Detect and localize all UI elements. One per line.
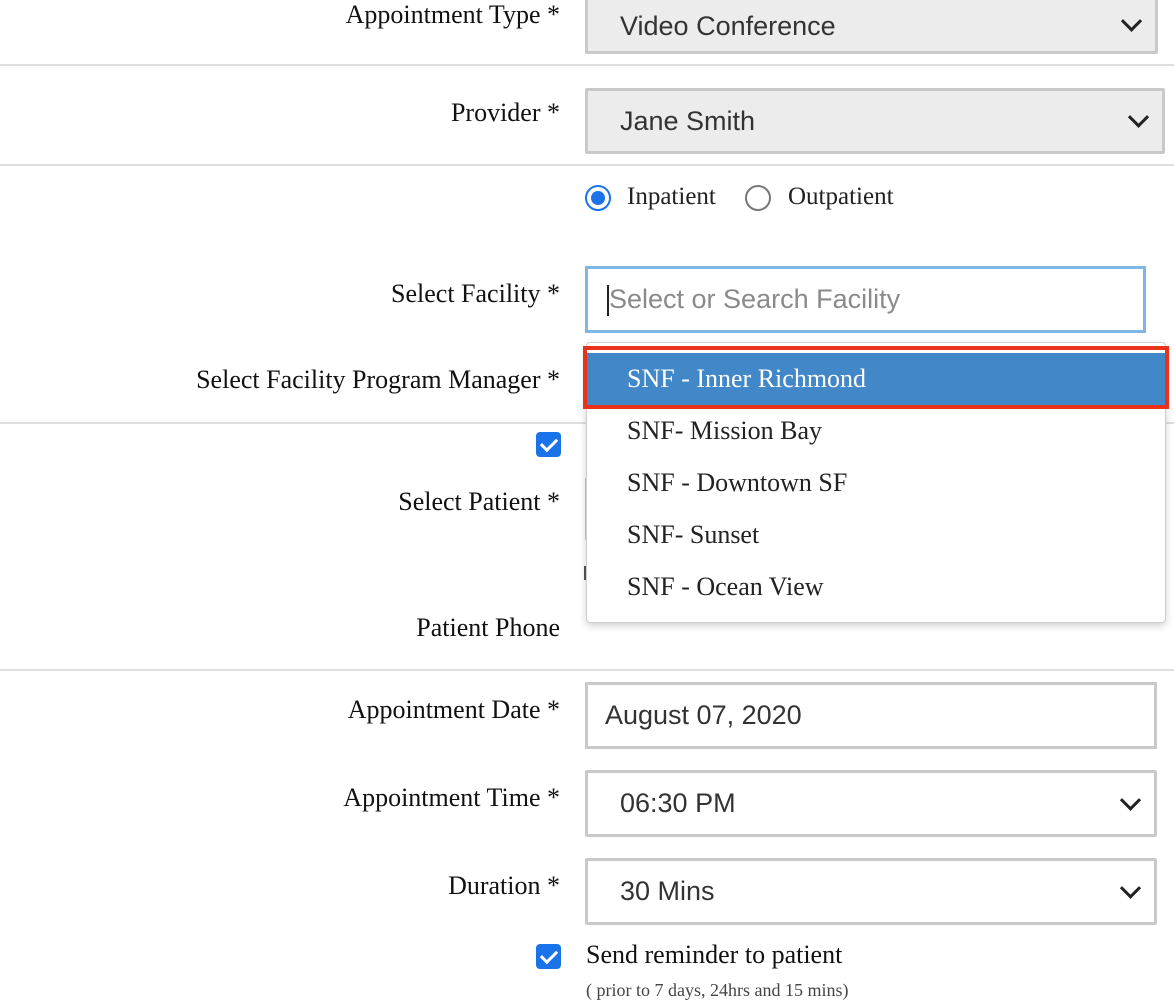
facility-option[interactable]: SNF- Mission Bay [587,405,1165,457]
appointment-type-select[interactable]: Video Conference [585,0,1158,54]
inpatient-radio[interactable] [585,185,611,211]
provider-select[interactable]: Jane Smith [585,88,1165,154]
appointment-type-value: Video Conference [620,10,836,41]
facility-search-input[interactable] [607,283,1143,316]
facility-dropdown: SNF - Inner Richmond SNF- Mission Bay SN… [586,342,1166,623]
chevron-down-icon [1119,877,1142,899]
chevron-down-icon [1119,789,1142,811]
appointment-type-label: Appointment Type * [345,0,560,29]
facility-search-field[interactable] [585,266,1146,333]
reminder-label[interactable]: Send reminder to patient [586,940,842,970]
inpatient-label[interactable]: Inpatient [627,183,716,211]
reminder-checkbox[interactable] [536,944,561,969]
facility-option[interactable]: SNF - Ocean View [587,561,1165,613]
appointment-date-value: August 07, 2020 [605,700,802,730]
divider [0,164,1174,166]
select-patient-label: Select Patient * [398,487,560,516]
provider-label: Provider * [450,98,560,127]
patient-checkbox[interactable] [536,432,561,457]
appointment-date-input[interactable]: August 07, 2020 [585,682,1157,749]
outpatient-radio[interactable] [745,185,771,211]
divider [0,64,1174,66]
text-cursor [607,285,609,316]
duration-value: 30 Mins [620,876,715,906]
patient-phone-label: Patient Phone [416,613,560,642]
appointment-date-label: Appointment Date * [347,695,560,724]
appointment-time-value: 06:30 PM [620,788,736,818]
facility-option[interactable]: SNF- Sunset [587,509,1165,561]
chevron-down-icon [1120,10,1143,32]
select-facility-label: Select Facility * [391,279,560,308]
duration-label: Duration * [448,871,560,900]
divider [0,669,1174,671]
facility-option[interactable]: SNF - Downtown SF [587,457,1165,509]
chevron-down-icon [1127,106,1150,128]
provider-value: Jane Smith [620,105,756,136]
duration-select[interactable]: 30 Mins [585,858,1157,925]
facility-option[interactable]: SNF - Inner Richmond [587,353,1165,405]
appointment-time-label: Appointment Time * [343,783,560,812]
facility-program-manager-label: Select Facility Program Manager * [196,365,560,394]
outpatient-label[interactable]: Outpatient [788,183,894,211]
reminder-note: ( prior to 7 days, 24hrs and 15 mins) [586,980,849,1000]
appointment-time-select[interactable]: 06:30 PM [585,770,1157,837]
